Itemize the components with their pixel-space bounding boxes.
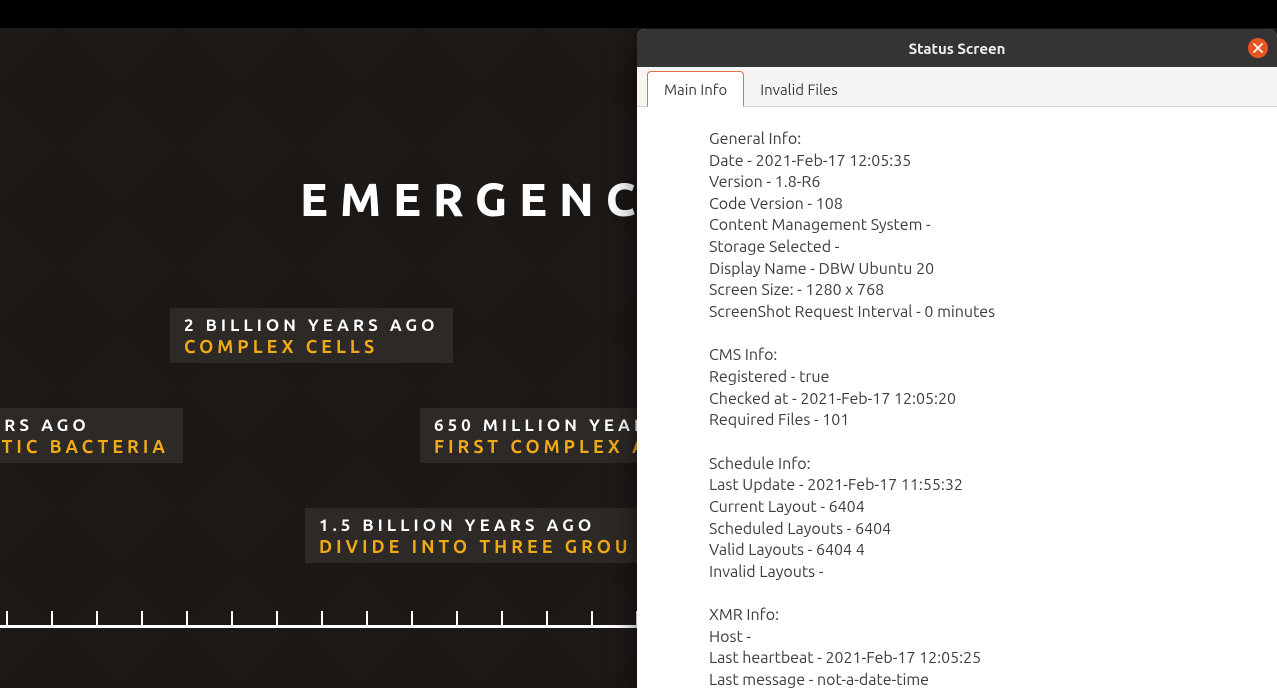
schedule-info-section: Schedule Info: Last Update - 2021-Feb-17…	[709, 454, 1259, 584]
info-storage: Storage Selected -	[709, 237, 1259, 259]
section-heading: General Info:	[709, 129, 1259, 151]
ruler-tick	[501, 611, 503, 626]
event-what: SYNTHETIC BACTERIA	[0, 437, 169, 457]
info-date: Date - 2021-Feb-17 12:05:35	[709, 151, 1259, 173]
timeline-event: 650 MILLION YEAR FIRST COMPLEX A	[420, 408, 663, 463]
ruler-tick	[6, 611, 8, 626]
info-cms: Content Management System -	[709, 215, 1259, 237]
timeline-event: 1.5 BILLION YEARS AGO DIVIDE INTO THREE …	[305, 508, 646, 563]
info-last-message: Last message - not-a-date-time	[709, 670, 1259, 688]
info-version: Version - 1.8-R6	[709, 172, 1259, 194]
window-title: Status Screen	[909, 40, 1006, 57]
info-checked-at: Checked at - 2021-Feb-17 12:05:20	[709, 389, 1259, 411]
ruler-tick	[591, 611, 593, 626]
xmr-info-section: XMR Info: Host - Last heartbeat - 2021-F…	[709, 605, 1259, 688]
event-when: 2 BILLION YEARS AGO	[184, 316, 439, 335]
timeline-event: 2 BILLION YEARS AGO COMPLEX CELLS	[170, 308, 453, 363]
info-xmr-host: Host -	[709, 627, 1259, 649]
info-last-heartbeat: Last heartbeat - 2021-Feb-17 12:05:25	[709, 648, 1259, 670]
general-info-section: General Info: Date - 2021-Feb-17 12:05:3…	[709, 129, 1259, 323]
event-when: 1.5 BILLION YEARS AGO	[319, 516, 632, 535]
section-heading: XMR Info:	[709, 605, 1259, 627]
ruler-tick	[186, 611, 188, 626]
ruler-tick	[96, 611, 98, 626]
ruler-tick	[276, 611, 278, 626]
ruler-tick	[231, 611, 233, 626]
info-registered: Registered - true	[709, 367, 1259, 389]
status-window: Status Screen Main Info Invalid Files Ge…	[637, 29, 1277, 688]
tab-main-info[interactable]: Main Info	[647, 71, 744, 107]
info-valid-layouts: Valid Layouts - 6404 4	[709, 540, 1259, 562]
info-current-layout: Current Layout - 6404	[709, 497, 1259, 519]
top-menubar	[0, 0, 1277, 28]
info-screen-size: Screen Size: - 1280 x 768	[709, 280, 1259, 302]
timeline-ruler	[0, 603, 640, 633]
section-heading: CMS Info:	[709, 345, 1259, 367]
info-scheduled-layouts: Scheduled Layouts - 6404	[709, 519, 1259, 541]
ruler-tick	[141, 611, 143, 626]
ruler-tick	[51, 611, 53, 626]
ruler-tick	[546, 611, 548, 626]
signage-headline: EMERGENC	[300, 173, 648, 225]
ruler-tick	[456, 611, 458, 626]
event-when: 650 MILLION YEAR	[434, 416, 649, 435]
timeline-event: ION YEARS AGO SYNTHETIC BACTERIA	[0, 408, 183, 463]
info-invalid-layouts: Invalid Layouts -	[709, 562, 1259, 584]
info-screenshot-interval: ScreenShot Request Interval - 0 minutes	[709, 302, 1259, 324]
event-what: FIRST COMPLEX A	[434, 437, 649, 457]
close-icon	[1253, 39, 1263, 57]
window-titlebar[interactable]: Status Screen	[637, 29, 1277, 67]
event-what: DIVIDE INTO THREE GROU	[319, 537, 632, 557]
tab-invalid-files[interactable]: Invalid Files	[744, 72, 853, 106]
main-info-panel: General Info: Date - 2021-Feb-17 12:05:3…	[637, 107, 1277, 688]
event-what: COMPLEX CELLS	[184, 337, 439, 357]
section-heading: Schedule Info:	[709, 454, 1259, 476]
event-when: ION YEARS AGO	[0, 416, 169, 435]
ruler-tick	[321, 611, 323, 626]
close-button[interactable]	[1248, 38, 1268, 58]
info-display-name: Display Name - DBW Ubuntu 20	[709, 259, 1259, 281]
tab-bar: Main Info Invalid Files	[637, 67, 1277, 107]
cms-info-section: CMS Info: Registered - true Checked at -…	[709, 345, 1259, 431]
info-required-files: Required Files - 101	[709, 410, 1259, 432]
info-code-version: Code Version - 108	[709, 194, 1259, 216]
ruler-tick	[411, 611, 413, 626]
ruler-tick	[366, 611, 368, 626]
info-last-update: Last Update - 2021-Feb-17 11:55:32	[709, 475, 1259, 497]
